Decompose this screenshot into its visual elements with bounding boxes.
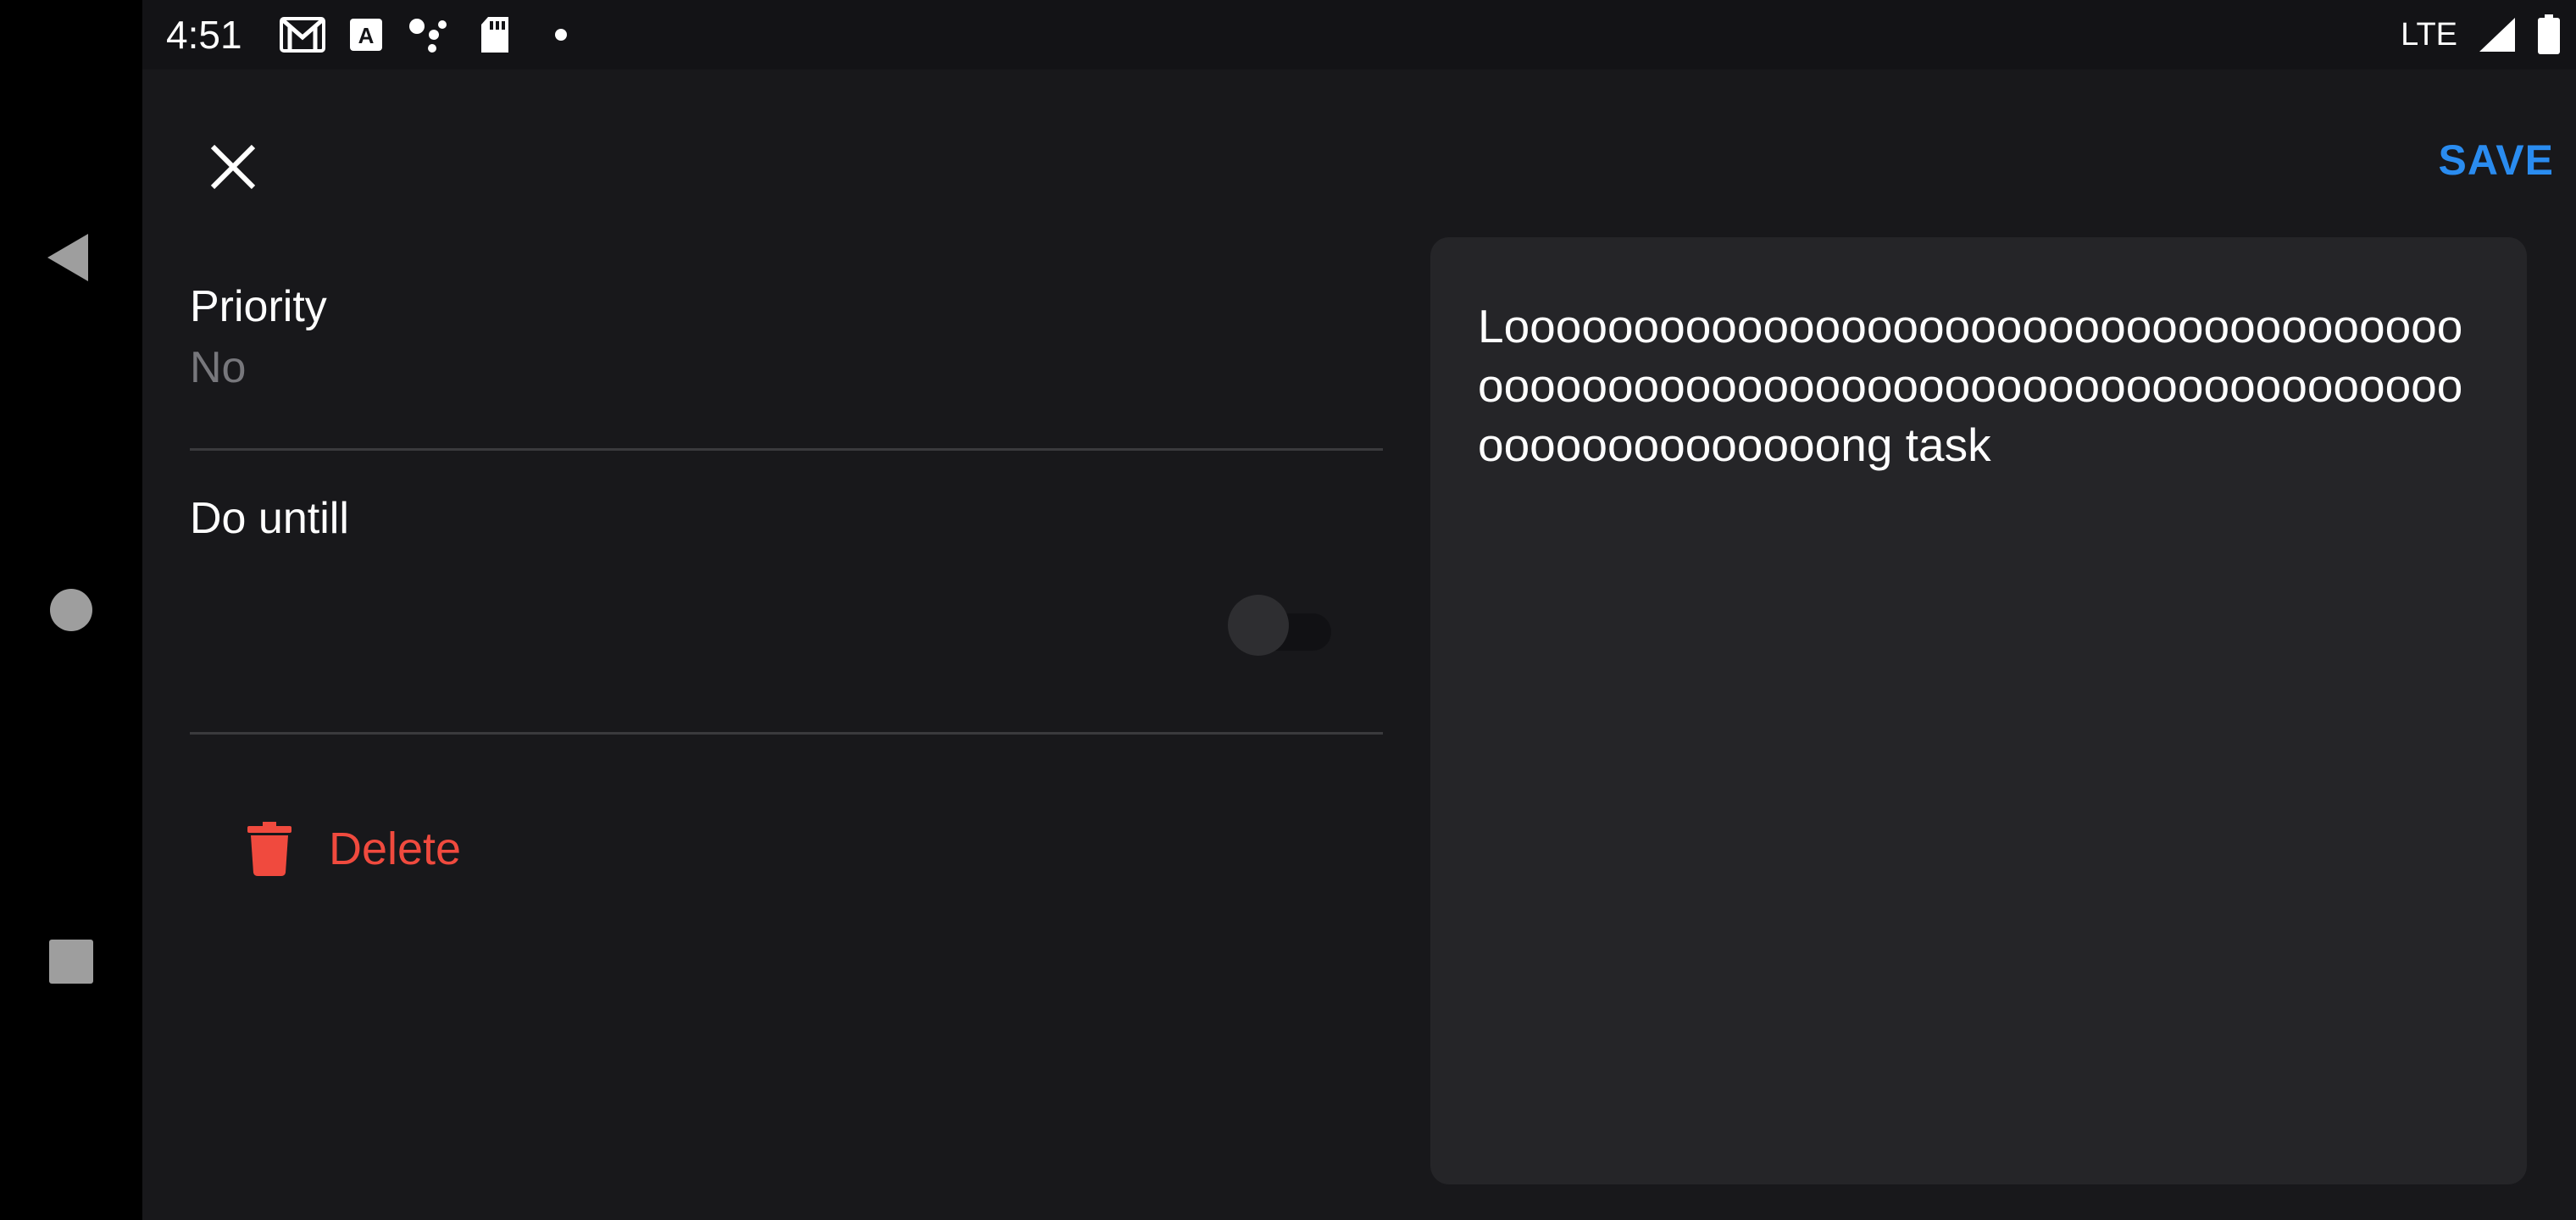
- back-button[interactable]: [29, 215, 114, 300]
- assistant-dots-icon: [407, 15, 449, 54]
- close-button[interactable]: [186, 120, 280, 214]
- status-bar: 4:51 A LTE: [142, 0, 2576, 69]
- navigation-bar: [0, 0, 142, 1220]
- delete-label: Delete: [329, 824, 462, 874]
- status-time: 4:51: [166, 13, 242, 57]
- priority-value: No: [190, 343, 247, 392]
- edit-task-screen: SAVE Priority No Do untill Delete Looooo…: [142, 69, 2576, 1220]
- home-button[interactable]: [29, 568, 114, 652]
- svg-text:A: A: [358, 23, 375, 48]
- translate-a-icon: A: [349, 15, 383, 54]
- do-until-toggle[interactable]: [1228, 595, 1338, 656]
- save-button[interactable]: SAVE: [2439, 136, 2554, 185]
- do-until-label: Do untill: [190, 494, 349, 543]
- gmail-icon: [280, 15, 325, 54]
- battery-icon: [2537, 14, 2561, 54]
- task-text-card[interactable]: Looooooooooooooooooooooooooooooooooooooo…: [1430, 237, 2527, 1184]
- recents-button[interactable]: [29, 919, 114, 1004]
- close-icon: [210, 144, 256, 190]
- back-triangle-icon: [47, 234, 88, 281]
- sd-card-icon: [480, 15, 510, 54]
- do-until-setting: Do untill: [190, 493, 1383, 735]
- priority-label: Priority: [190, 282, 327, 331]
- priority-setting[interactable]: Priority No: [190, 281, 1383, 451]
- delete-button[interactable]: Delete: [247, 802, 461, 896]
- task-text[interactable]: Looooooooooooooooooooooooooooooooooooooo…: [1478, 297, 2479, 474]
- notification-dot-icon: [554, 15, 568, 54]
- signal-icon: [2478, 15, 2517, 54]
- recents-square-icon: [49, 940, 93, 984]
- trash-icon: [247, 822, 291, 876]
- toggle-thumb: [1228, 595, 1289, 656]
- home-circle-icon: [50, 589, 92, 631]
